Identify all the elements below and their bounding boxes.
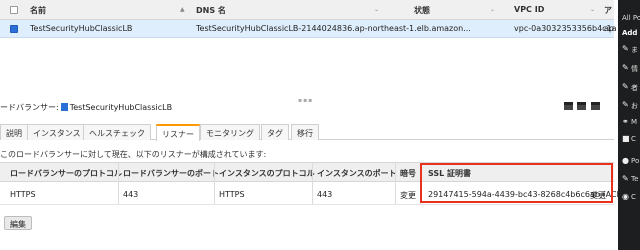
pane-resize-handle[interactable]: ▪▪▪ [298,97,316,104]
pin-icon: ✎ [622,63,629,72]
column-az[interactable]: ア [604,5,612,16]
side-panel-item[interactable]: ま [631,45,638,55]
side-panel-item[interactable]: 者 [631,83,638,93]
row-checkbox[interactable] [10,25,18,33]
listener-lb-port: 443 [123,190,139,199]
listener-instance-protocol: HTTPS [219,190,245,199]
select-all-checkbox[interactable] [10,6,18,14]
sort-icon[interactable]: ⌄ [374,6,379,13]
lb-list-row-selected[interactable]: TestSecurityHubClassicLB TestSecurityHub… [0,20,617,38]
lb-name: TestSecurityHubClassicLB [30,24,133,33]
tab-migration[interactable]: 移行 [291,124,319,140]
listener-lb-protocol: HTTPS [10,190,36,199]
listeners-info-text: このロードバランサーに対して現在、以下のリスナーが構成されています: [0,150,267,159]
pane-layout-buttons [562,102,600,112]
link-icon: ⚭ [622,117,629,126]
tab-instances[interactable]: インスタンス [27,124,87,140]
column-lb-protocol: ロードバランサーのプロトコル [10,169,122,178]
pane-layout-bottom-icon[interactable] [563,102,573,110]
side-panel-item[interactable]: Add N [622,29,640,37]
pin-icon: ✎ [622,82,629,91]
side-panel: All Po Add N ✎ ま ✎ 情 ✎ 者 ✎ お ⚭ M ■ C ● P… [618,0,640,250]
detail-title-prefix: ードバランサー: [0,103,59,112]
pin-icon: ✎ [622,44,629,53]
lb-list-header: 名前 ▲ DNS 名 ⌄ 状態 ⌄ VPC ID ⌄ ア [0,0,614,20]
ssl-certificate-highlight-box [420,163,613,203]
change-cipher-link[interactable]: 変更 [400,190,416,201]
tab-description[interactable]: 説明 [0,124,28,140]
lb-vpc: vpc-0a3032353356b4c1a [514,24,617,33]
side-panel-item[interactable]: All Po [622,14,640,22]
side-panel-item[interactable]: C [631,193,636,201]
column-instance-protocol: インスタンスのプロトコル [219,169,315,178]
lb-dns: TestSecurityHubClassicLB-2144024836.ap-n… [196,24,471,33]
sort-icon[interactable]: ⌄ [590,6,595,13]
tab-health-check[interactable]: ヘルスチェック [83,124,151,140]
detail-title: ードバランサー: TestSecurityHubClassicLB [0,102,172,113]
column-vpc[interactable]: VPC ID [514,5,544,14]
user-icon: ● [622,156,629,165]
pin-icon: ✎ [622,100,629,109]
edit-listeners-button[interactable]: 編集 [4,216,32,230]
sort-asc-icon[interactable]: ▲ [180,6,185,13]
tab-tags[interactable]: タグ [261,124,289,140]
detail-tabs: 説明 インスタンス ヘルスチェック リスナー モニタリング タグ 移行 [0,122,614,141]
pin-icon: ✎ [622,174,629,183]
tab-monitoring[interactable]: モニタリング [200,124,260,140]
tab-listeners[interactable]: リスナー [156,124,200,141]
pane-layout-split-icon[interactable] [577,102,587,110]
column-dns[interactable]: DNS 名 [196,5,226,16]
column-cipher: 暗号 [400,169,416,178]
listener-instance-port: 443 [317,190,333,199]
pane-layout-full-icon[interactable] [591,102,600,110]
column-name[interactable]: 名前 [30,5,46,16]
side-panel-item[interactable]: C [631,135,636,143]
sort-icon[interactable]: ⌄ [490,6,495,13]
load-balancer-icon [60,103,68,111]
side-panel-item[interactable]: Po [631,157,639,165]
lb-az: ap [604,24,614,33]
chat-icon: ■ [622,134,630,143]
side-panel-item[interactable]: Te [631,175,638,183]
column-lb-port: ロードバランサーのポート [123,169,219,178]
side-panel-item[interactable]: お [631,101,638,111]
side-panel-item[interactable]: M [631,118,637,126]
side-panel-item[interactable]: 情 [631,64,638,74]
column-instance-port: インスタンスのポート [317,169,397,178]
column-state[interactable]: 状態 [414,5,430,16]
detail-title-name: TestSecurityHubClassicLB [69,103,173,112]
compass-icon: ◉ [622,192,629,201]
